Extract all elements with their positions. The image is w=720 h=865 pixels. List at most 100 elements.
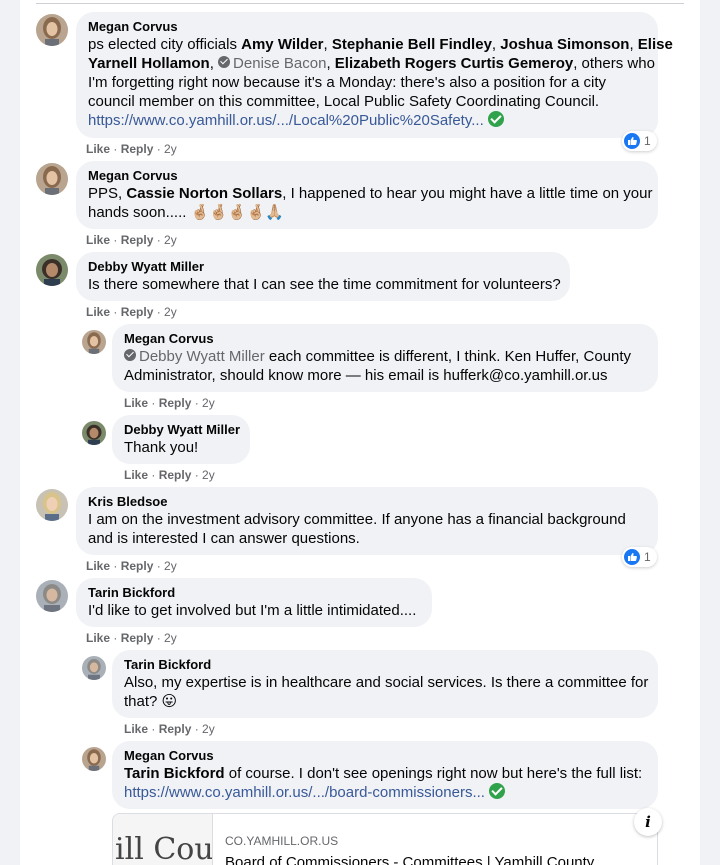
comment-bubble: Megan Corvus PPS, Cassie Norton Sollars,… <box>76 161 658 229</box>
like-button[interactable]: Like <box>124 396 148 410</box>
comment-text: Thank you! <box>124 439 199 456</box>
comment-text: hands soon..... 🤞🏼🤞🏼🤞🏼🤞🏼🙏🏼 <box>88 204 284 221</box>
preview-image: ill Coun <box>113 814 213 865</box>
timestamp[interactable]: 2y <box>164 142 177 156</box>
mention[interactable]: Denise Bacon <box>233 55 326 72</box>
reply-button[interactable]: Reply <box>121 142 154 156</box>
comment-text: I'd like to get involved but I'm a littl… <box>88 602 417 619</box>
comment-actions: Like · Reply · 2y <box>124 722 215 736</box>
comment-actions: Like · Reply · 2y <box>86 305 177 319</box>
comment-author[interactable]: Tarin Bickford <box>124 657 646 673</box>
check-icon <box>487 111 504 127</box>
comment-text: ps elected city officials Amy Wilder, St… <box>88 36 673 53</box>
like-button[interactable]: Like <box>124 468 148 482</box>
reply-button[interactable]: Reply <box>159 396 192 410</box>
reply-bubble: Megan Corvus Debby Wyatt Miller each com… <box>112 324 658 392</box>
mention[interactable]: Amy Wilder <box>241 36 323 53</box>
reply-button[interactable]: Reply <box>121 233 154 247</box>
reply-bubble: Megan Corvus Tarin Bickford of course. I… <box>112 741 658 809</box>
reply-button[interactable]: Reply <box>121 559 154 573</box>
comment-link[interactable]: https://www.co.yamhill.or.us/.../Local%2… <box>88 112 484 129</box>
reaction-count[interactable]: 1 <box>622 547 657 567</box>
avatar[interactable] <box>82 330 106 354</box>
link-preview-card[interactable]: ill Coun CO.YAMHILL.OR.US Board of Commi… <box>112 813 658 865</box>
preview-title[interactable]: Board of Commissioners - Committees | Ya… <box>225 854 594 865</box>
comment-text: Administrator, should know more — his em… <box>124 367 608 384</box>
comment-bubble: Megan Corvus ps elected city officials A… <box>76 12 673 138</box>
like-button[interactable]: Like <box>86 233 110 247</box>
mention[interactable]: Debby Wyatt Miller <box>139 348 265 365</box>
avatar[interactable] <box>36 254 68 286</box>
timestamp[interactable]: 2y <box>164 631 177 645</box>
divider <box>36 3 684 4</box>
mention[interactable]: Cassie Norton Sollars <box>126 185 282 202</box>
mention[interactable]: Yarnell Hollamon <box>88 55 210 72</box>
comment-text: and is interested I can answer questions… <box>88 530 360 547</box>
avatar[interactable] <box>82 656 106 680</box>
reply-bubble: Debby Wyatt Miller Thank you! <box>112 415 250 464</box>
avatar[interactable] <box>82 747 106 771</box>
comment-actions: Like · Reply · 2y <box>86 559 177 573</box>
thumbs-up-icon <box>624 133 640 149</box>
reaction-count[interactable]: 1 <box>622 131 657 151</box>
comment-author[interactable]: Megan Corvus <box>124 748 646 764</box>
comment-text: Yarnell Hollamon, Denise Bacon, Elizabet… <box>88 55 655 72</box>
comment-actions: Like · Reply · 2y <box>124 396 215 410</box>
comment-text: Tarin Bickford of course. I don't see op… <box>124 765 643 782</box>
comment-text: I am on the investment advisory committe… <box>88 511 626 528</box>
like-button[interactable]: Like <box>86 631 110 645</box>
timestamp[interactable]: 2y <box>164 233 177 247</box>
comment-author[interactable]: Kris Bledsoe <box>88 494 646 510</box>
comment-text: Also, my expertise is in healthcare and … <box>124 674 649 691</box>
comment-text: council member on this committee, Local … <box>88 93 600 110</box>
like-button[interactable]: Like <box>86 142 110 156</box>
comment-author[interactable]: Megan Corvus <box>88 168 646 184</box>
reply-button[interactable]: Reply <box>159 468 192 482</box>
comment-text: Debby Wyatt Miller each committee is dif… <box>124 347 646 366</box>
mention[interactable]: Stephanie Bell Findley <box>332 36 492 53</box>
timestamp[interactable]: 2y <box>164 559 177 573</box>
comment-author[interactable]: Megan Corvus <box>124 331 646 347</box>
comment-text: that? 😛 <box>124 693 178 710</box>
comment-author[interactable]: Megan Corvus <box>88 19 646 35</box>
like-button[interactable]: Like <box>86 559 110 573</box>
comment-text: Is there somewhere that I can see the ti… <box>88 276 561 293</box>
comment-author[interactable]: Tarin Bickford <box>88 585 420 601</box>
mention[interactable]: Joshua Simonson <box>500 36 629 53</box>
timestamp[interactable]: 2y <box>202 722 215 736</box>
avatar[interactable] <box>36 580 68 612</box>
preview-image-text: ill Coun <box>115 832 213 865</box>
reply-button[interactable]: Reply <box>159 722 192 736</box>
reply-button[interactable]: Reply <box>121 631 154 645</box>
comment-link-line: https://www.co.yamhill.or.us/.../board-c… <box>124 783 646 802</box>
mention[interactable]: Tarin Bickford <box>124 765 225 782</box>
comment-bubble: Debby Wyatt Miller Is there somewhere th… <box>76 252 570 301</box>
comment-bubble: Kris Bledsoe I am on the investment advi… <box>76 487 658 555</box>
comment-actions: Like · Reply · 2y <box>86 631 177 645</box>
avatar[interactable] <box>82 421 106 445</box>
comment-actions: Like · Reply · 2y <box>124 468 215 482</box>
verified-icon <box>218 56 231 68</box>
reply-button[interactable]: Reply <box>121 305 154 319</box>
avatar[interactable] <box>36 163 68 195</box>
comment-actions: Like · Reply · 2y <box>86 233 177 247</box>
avatar[interactable] <box>36 489 68 521</box>
reply-bubble: Tarin Bickford Also, my expertise is in … <box>112 650 658 718</box>
preview-domain: CO.YAMHILL.OR.US <box>225 834 339 848</box>
mention[interactable]: Elise <box>638 36 673 53</box>
like-button[interactable]: Like <box>124 722 148 736</box>
mention[interactable]: Elizabeth Rogers Curtis Gemeroy <box>335 55 573 72</box>
like-button[interactable]: Like <box>86 305 110 319</box>
comment-actions: Like · Reply · 2y <box>86 142 177 156</box>
timestamp[interactable]: 2y <box>202 468 215 482</box>
comment-author[interactable]: Debby Wyatt Miller <box>88 259 558 275</box>
comment-author[interactable]: Debby Wyatt Miller <box>124 422 240 438</box>
comment-link[interactable]: https://www.co.yamhill.or.us/.../board-c… <box>124 784 485 801</box>
info-icon[interactable]: i <box>634 808 662 836</box>
comment-link-line: https://www.co.yamhill.or.us/.../Local%2… <box>88 111 646 130</box>
timestamp[interactable]: 2y <box>164 305 177 319</box>
comment-bubble: Tarin Bickford I'd like to get involved … <box>76 578 432 627</box>
avatar[interactable] <box>36 14 68 46</box>
timestamp[interactable]: 2y <box>202 396 215 410</box>
comment-text: PPS, Cassie Norton Sollars, I happened t… <box>88 185 653 202</box>
